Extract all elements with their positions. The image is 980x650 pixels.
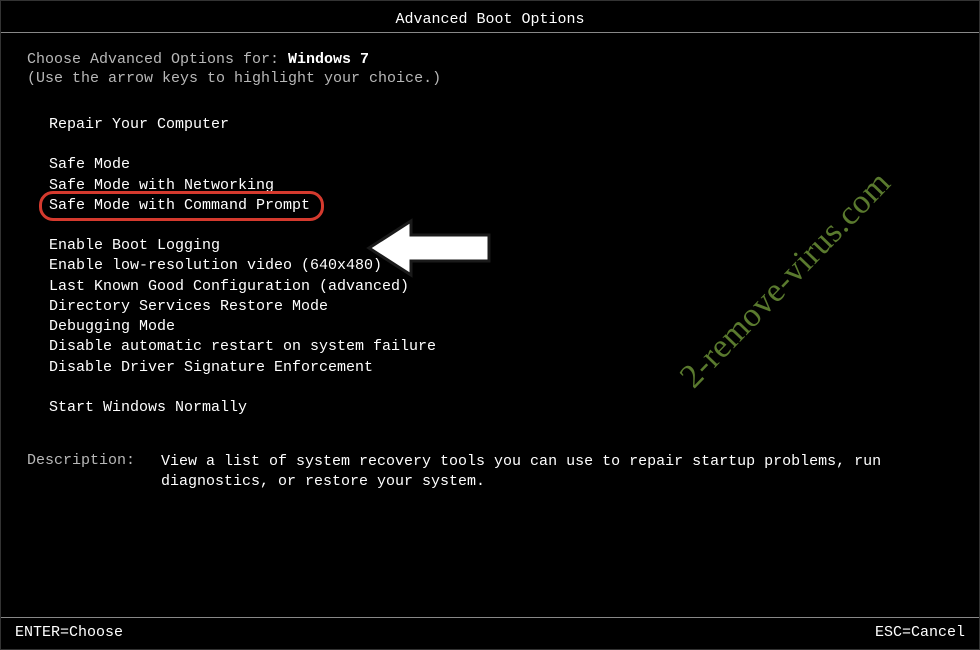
menu-safe-mode-cmd[interactable]: Safe Mode with Command Prompt: [49, 196, 310, 216]
menu-safe-mode[interactable]: Safe Mode: [49, 155, 130, 175]
menu-start-normally[interactable]: Start Windows Normally: [49, 398, 247, 418]
menu-group-safemode: Safe Mode Safe Mode with Networking Safe…: [27, 155, 953, 216]
menu-group-repair: Repair Your Computer: [27, 115, 953, 135]
menu-highlighted-row: Safe Mode with Command Prompt: [49, 196, 310, 216]
arrow-key-hint: (Use the arrow keys to highlight your ch…: [27, 70, 953, 87]
prompt-line: Choose Advanced Options for: Windows 7: [27, 51, 953, 68]
menu-debugging[interactable]: Debugging Mode: [49, 317, 175, 337]
menu-boot-logging[interactable]: Enable Boot Logging: [49, 236, 220, 256]
description-row: Description: View a list of system recov…: [27, 452, 953, 493]
title-divider: [1, 32, 979, 33]
menu-repair-computer[interactable]: Repair Your Computer: [49, 115, 229, 135]
menu-group-advanced: Enable Boot Logging Enable low-resolutio…: [27, 236, 953, 378]
description-text: View a list of system recovery tools you…: [161, 452, 953, 493]
menu-disable-auto-restart[interactable]: Disable automatic restart on system fail…: [49, 337, 436, 357]
footer-esc-hint: ESC=Cancel: [875, 624, 965, 641]
menu-safe-mode-networking[interactable]: Safe Mode with Networking: [49, 176, 274, 196]
menu-low-res-video[interactable]: Enable low-resolution video (640x480): [49, 256, 382, 276]
os-name: Windows 7: [288, 51, 369, 68]
prompt-prefix: Choose Advanced Options for:: [27, 51, 288, 68]
content-area: Choose Advanced Options for: Windows 7 (…: [1, 51, 979, 493]
menu-last-known-good[interactable]: Last Known Good Configuration (advanced): [49, 277, 409, 297]
menu-group-normal: Start Windows Normally: [27, 398, 953, 418]
footer-bar: ENTER=Choose ESC=Cancel: [1, 617, 979, 641]
screen-title: Advanced Boot Options: [1, 1, 979, 32]
menu-disable-driver-sig[interactable]: Disable Driver Signature Enforcement: [49, 358, 373, 378]
description-label: Description:: [27, 452, 161, 493]
footer-enter-hint: ENTER=Choose: [15, 624, 123, 641]
menu-ds-restore[interactable]: Directory Services Restore Mode: [49, 297, 328, 317]
